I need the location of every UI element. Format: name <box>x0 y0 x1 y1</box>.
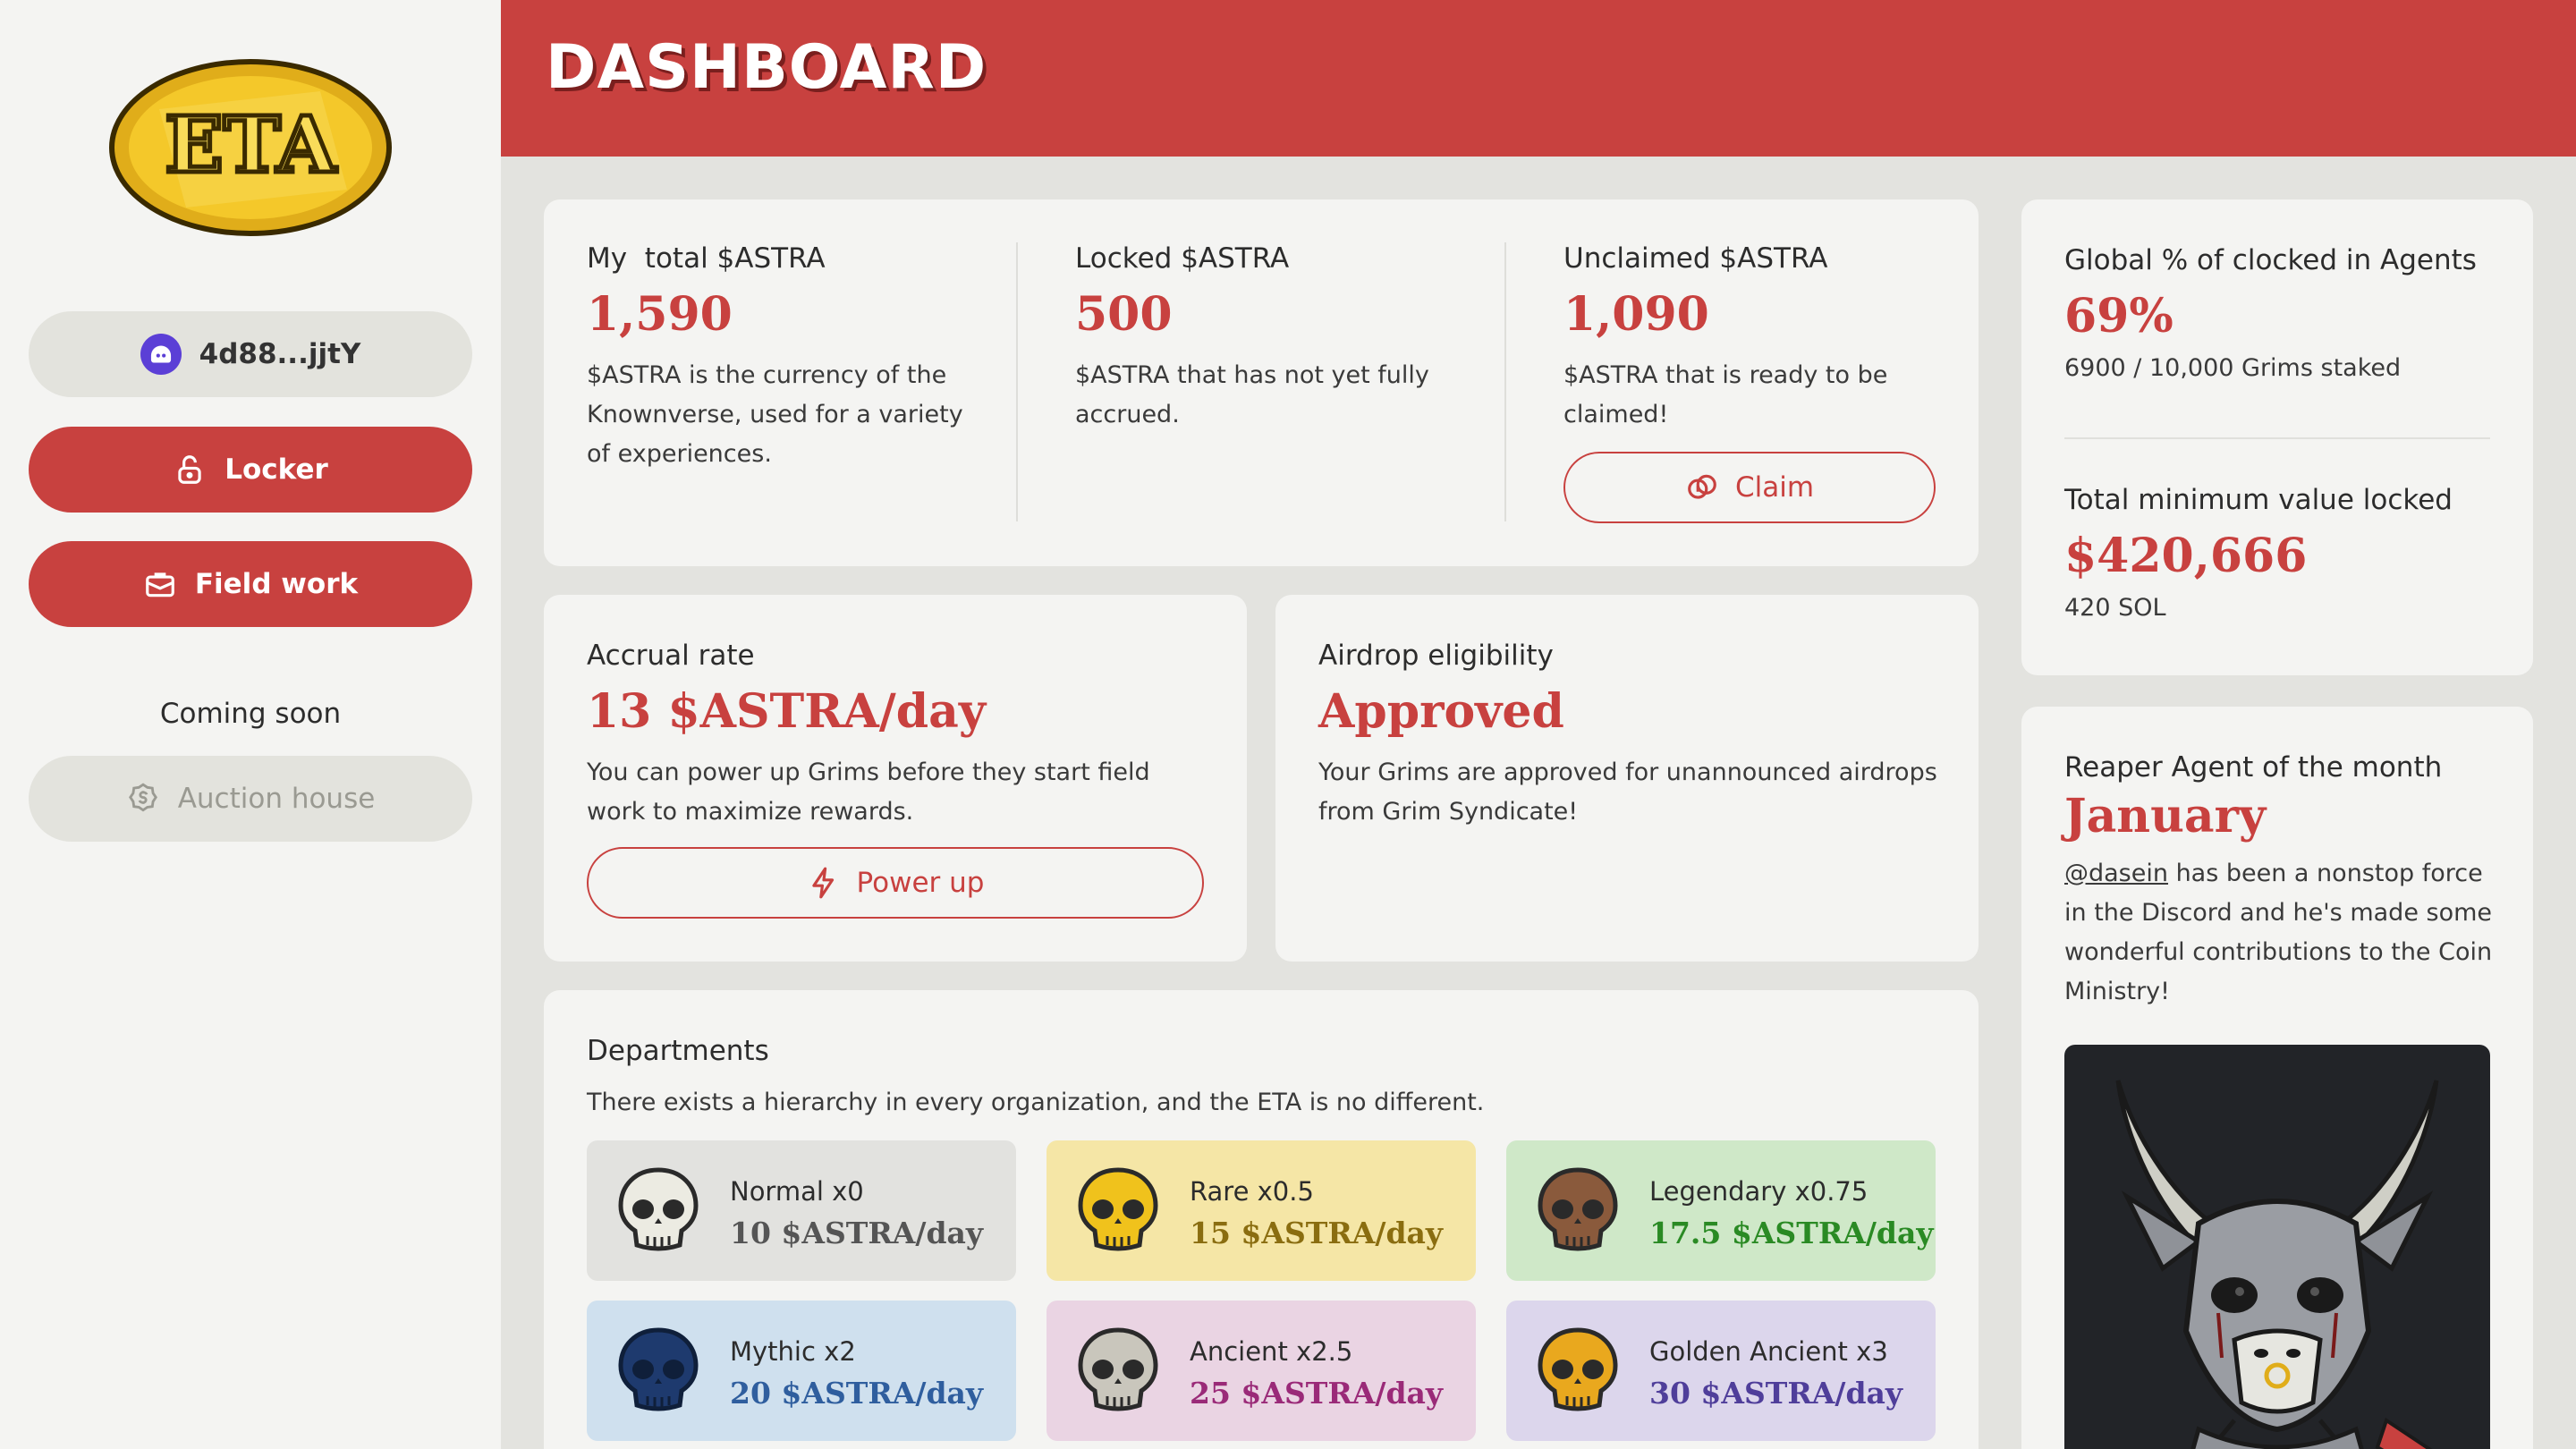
airdrop-label: Airdrop eligibility <box>1318 640 1554 672</box>
department-rate: 25 $ASTRA/day <box>1190 1376 1444 1411</box>
skull-icon <box>1078 1327 1158 1411</box>
page-title: DASHBOARD <box>546 32 987 103</box>
department-tile: Ancient x2.5 25 $ASTRA/day <box>1046 1301 1476 1441</box>
airdrop-desc: Your Grims are approved for unannounced … <box>1318 758 1937 826</box>
fieldwork-button[interactable]: Field work <box>29 541 472 627</box>
accrual-label: Accrual rate <box>587 640 755 672</box>
skull-icon <box>1538 1327 1618 1411</box>
briefcase-icon <box>146 572 174 597</box>
departments-title: Departments <box>587 1035 769 1067</box>
astra-stats-card: My total $ASTRA 1,590 $ASTRA is the curr… <box>544 199 1979 566</box>
airdrop-eligibility-card: Airdrop eligibility Approved Your Grims … <box>1275 595 1979 962</box>
department-name: Golden Ancient x3 <box>1649 1336 1888 1367</box>
department-tile: Mythic x2 20 $ASTRA/day <box>587 1301 1016 1441</box>
coins-icon <box>1688 474 1716 499</box>
agent-desc: @dasein has been a nonstop force in the … <box>2064 854 2503 1012</box>
total-astra-label: My total $ASTRA <box>587 242 826 275</box>
department-rate: 30 $ASTRA/day <box>1649 1376 1903 1411</box>
agent-handle-link[interactable]: @dasein <box>2064 860 2168 887</box>
tvl-value: $420,666 <box>2064 529 2308 583</box>
agent-avatar <box>2064 1045 2490 1449</box>
agent-label: Reaper Agent of the month <box>2064 751 2443 784</box>
agent-of-month-card: Reaper Agent of the month January @dasei… <box>2021 707 2533 1449</box>
global-clocked-label: Global % of clocked in Agents <box>2064 244 2477 276</box>
locked-astra-stat: Locked $ASTRA 500 $ASTRA that has not ye… <box>1075 242 1496 435</box>
ghost-wallet-icon <box>140 334 182 375</box>
coming-soon-heading: Coming soon <box>159 698 342 730</box>
accrual-rate-card: Accrual rate 13 $ASTRA/day You can power… <box>544 595 1247 962</box>
total-astra-value: 1,590 <box>587 287 733 342</box>
departments-desc: There exists a hierarchy in every organi… <box>587 1089 1485 1116</box>
power-up-label: Power up <box>856 867 985 899</box>
department-tile: Legendary x0.75 17.5 $ASTRA/day <box>1506 1140 1936 1281</box>
agent-month: January <box>2064 789 2267 843</box>
department-rate: 20 $ASTRA/day <box>730 1376 984 1411</box>
global-stats-card: Global % of clocked in Agents 69% 6900 /… <box>2021 199 2533 675</box>
wallet-address: 4d88...jjtY <box>199 338 361 370</box>
page-header: DASHBOARD <box>501 0 2576 157</box>
divider <box>1504 242 1506 521</box>
divider <box>1016 242 1018 521</box>
locker-label: Locker <box>225 453 328 486</box>
claim-label: Claim <box>1734 471 1815 504</box>
logo-text: ETA <box>165 100 337 191</box>
department-tile: Rare x0.5 15 $ASTRA/day <box>1046 1140 1476 1281</box>
unclaimed-astra-stat: Unclaimed $ASTRA 1,090 $ASTRA that is re… <box>1563 242 1939 435</box>
locked-astra-label: Locked $ASTRA <box>1075 242 1290 275</box>
skull-icon <box>1538 1167 1618 1251</box>
eta-logo[interactable]: ETA <box>106 55 395 240</box>
departments-card: Departments There exists a hierarchy in … <box>544 990 1979 1449</box>
wallet-button[interactable]: 4d88...jjtY <box>29 311 472 397</box>
coin-dollar-icon <box>128 783 157 812</box>
fieldwork-label: Field work <box>194 568 359 600</box>
lock-icon <box>178 455 201 484</box>
claim-button[interactable]: Claim <box>1563 452 1936 523</box>
unclaimed-astra-desc: $ASTRA that is ready to be claimed! <box>1563 361 1888 428</box>
department-name: Ancient x2.5 <box>1190 1336 1353 1367</box>
locked-astra-value: 500 <box>1075 287 1173 342</box>
airdrop-value: Approved <box>1318 684 1564 739</box>
global-clocked-value: 69% <box>2064 289 2174 343</box>
skull-icon <box>618 1167 699 1251</box>
locked-astra-desc: $ASTRA that has not yet fully accrued. <box>1075 361 1429 428</box>
department-name: Normal x0 <box>730 1176 864 1207</box>
department-rate: 10 $ASTRA/day <box>730 1216 984 1250</box>
unclaimed-astra-label: Unclaimed $ASTRA <box>1563 242 1828 275</box>
tvl-label: Total minimum value locked <box>2064 484 2453 516</box>
goat-grim-image <box>2115 1080 2439 1449</box>
tvl-sub: 420 SOL <box>2064 594 2166 622</box>
divider <box>2064 437 2490 439</box>
department-rate: 17.5 $ASTRA/day <box>1649 1216 1934 1250</box>
auction-house-button[interactable]: Auction house <box>29 756 472 842</box>
global-clocked-sub: 6900 / 10,000 Grims staked <box>2064 354 2402 382</box>
total-astra-desc: $ASTRA is the currency of the Knownverse… <box>587 361 963 468</box>
sidebar: ETA 4d88...jjtY Locker Field work Coming… <box>0 0 501 1449</box>
lightning-icon <box>811 867 834 899</box>
skull-icon <box>1078 1167 1158 1251</box>
department-name: Mythic x2 <box>730 1336 856 1367</box>
accrual-desc: You can power up Grims before they start… <box>587 758 1150 826</box>
department-name: Legendary x0.75 <box>1649 1176 1868 1207</box>
unclaimed-astra-value: 1,090 <box>1563 287 1709 342</box>
department-rate: 15 $ASTRA/day <box>1190 1216 1444 1250</box>
department-name: Rare x0.5 <box>1190 1176 1314 1207</box>
skull-icon <box>618 1327 699 1411</box>
power-up-button[interactable]: Power up <box>587 847 1204 919</box>
auction-label: Auction house <box>177 783 376 815</box>
total-astra-stat: My total $ASTRA 1,590 $ASTRA is the curr… <box>587 242 1007 474</box>
accrual-value: 13 $ASTRA/day <box>587 684 987 739</box>
locker-button[interactable]: Locker <box>29 427 472 513</box>
department-tile: Normal x0 10 $ASTRA/day <box>587 1140 1016 1281</box>
department-tile: Golden Ancient x3 30 $ASTRA/day <box>1506 1301 1936 1441</box>
